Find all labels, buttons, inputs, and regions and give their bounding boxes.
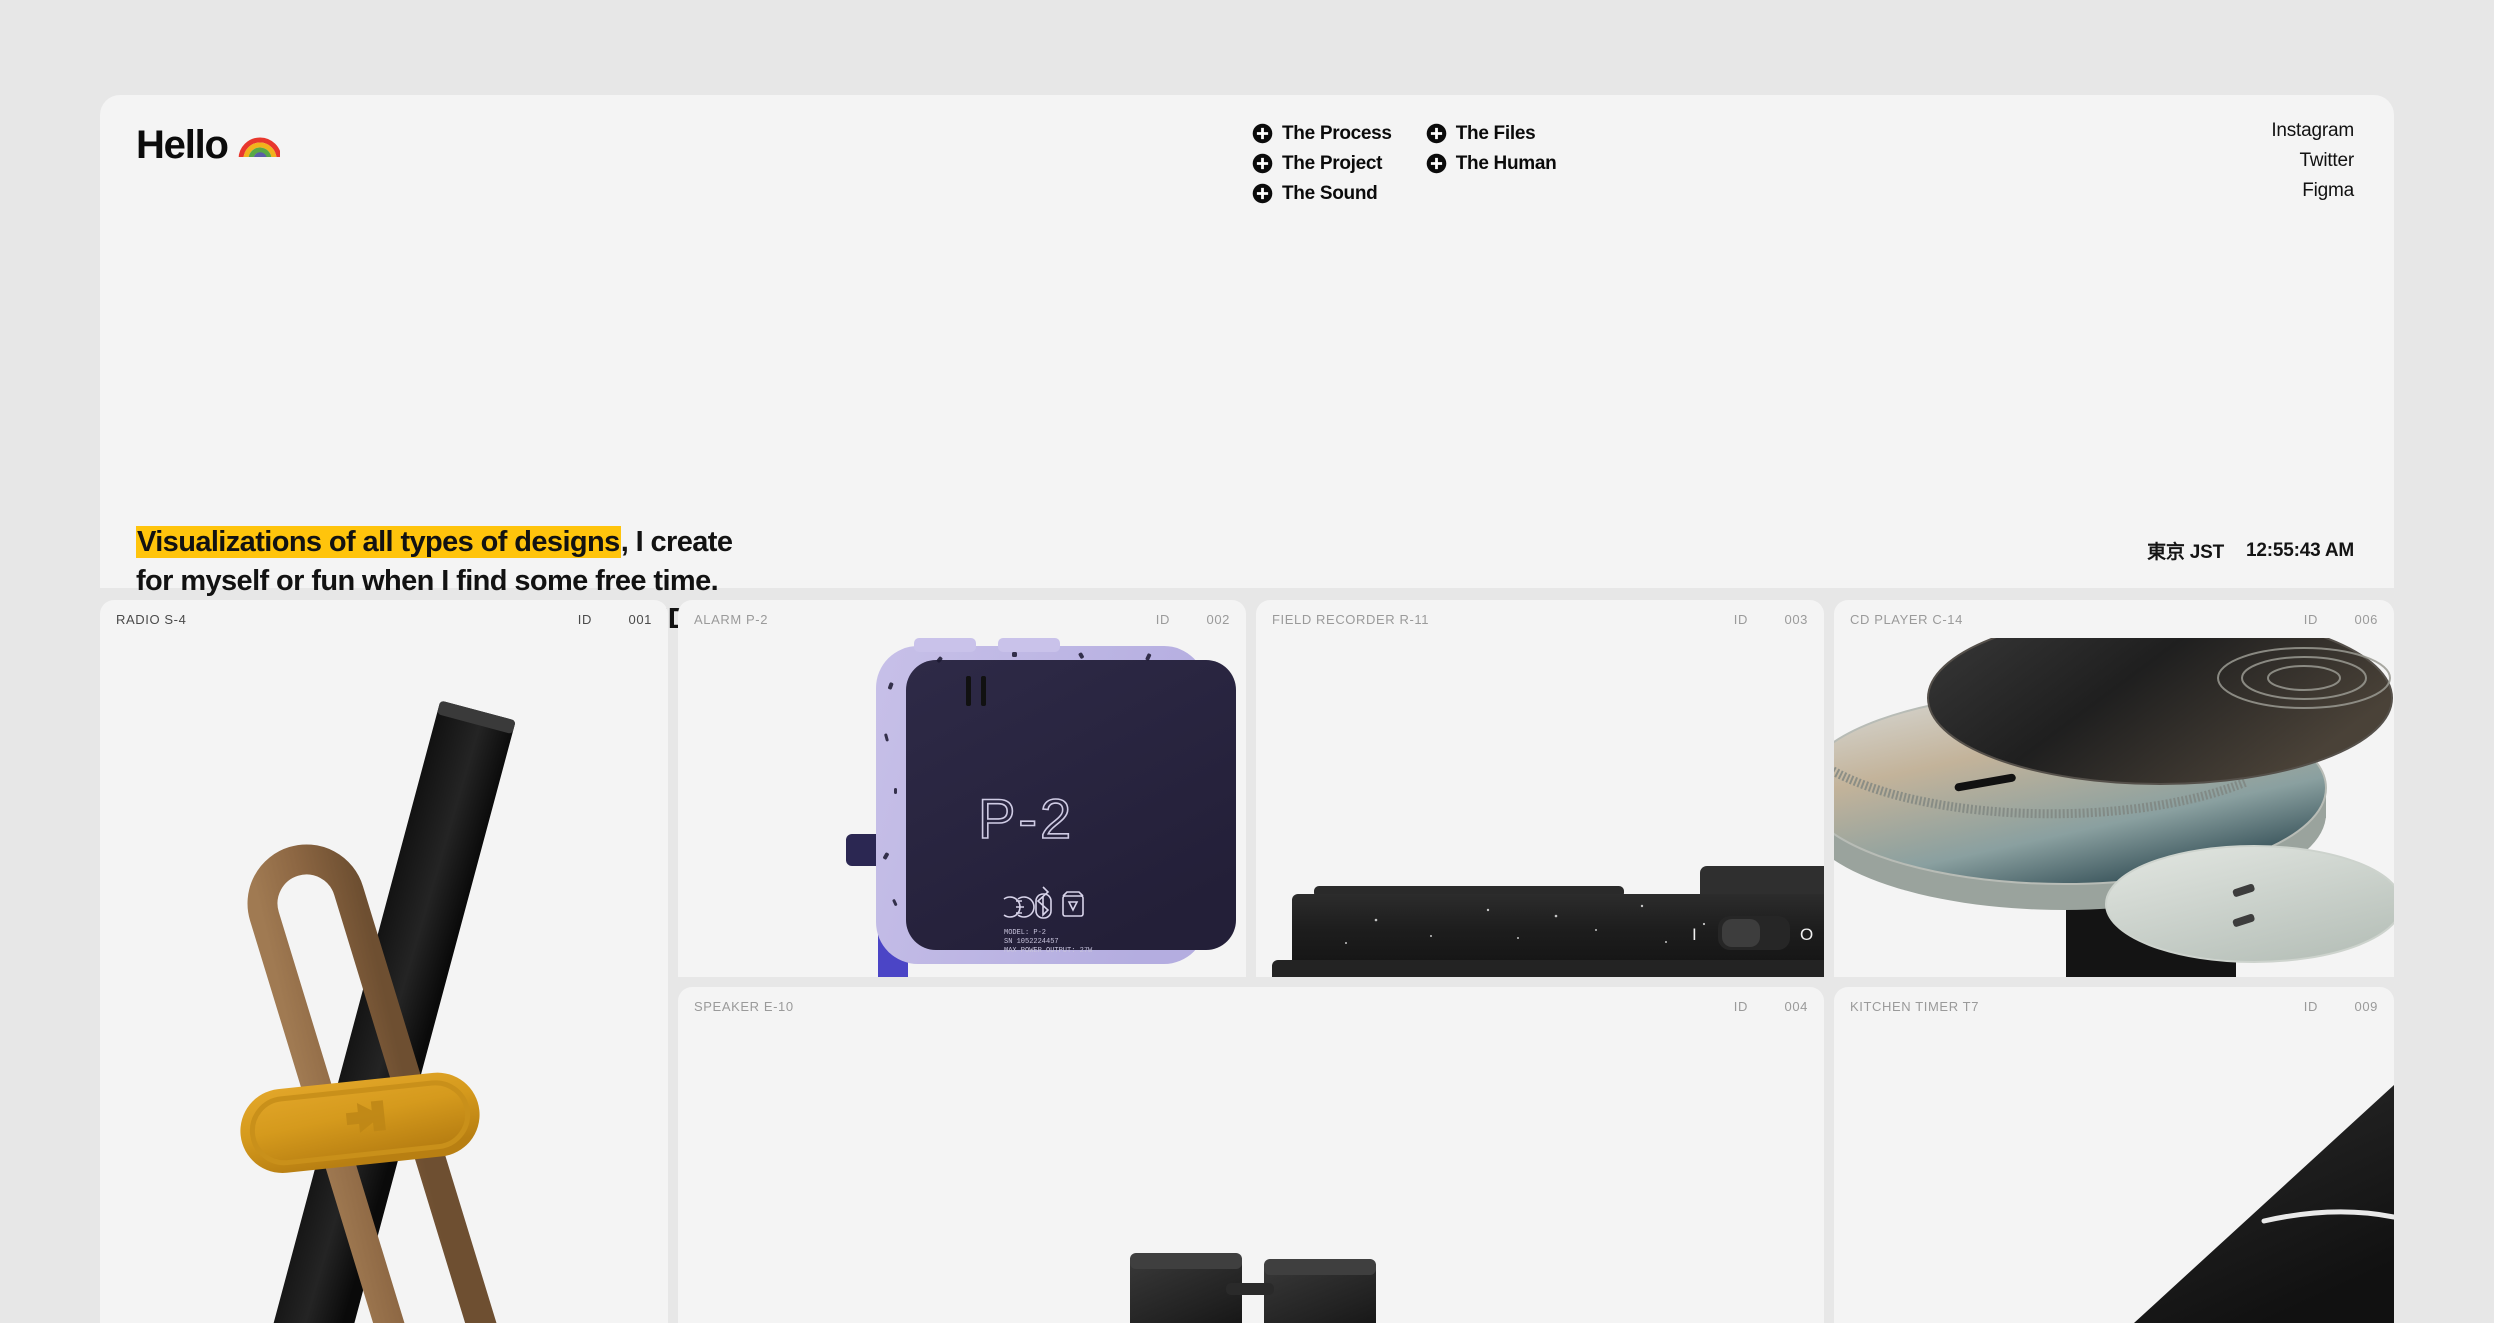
project-card-cd-player-c-14[interactable]: CD PLAYER C-14 ID 006 [1834,600,2394,977]
plus-circle-icon [1426,123,1447,144]
nav-item-the-human[interactable]: The Human [1426,153,1557,174]
hero-panel: Hello The Process The Project The Sound … [100,95,2394,674]
card-id-label: ID [2303,611,2318,627]
nav-item-the-project[interactable]: The Project [1252,153,1392,174]
social-link-instagram[interactable]: Instagram [2271,121,2354,141]
card-id-label: ID [1155,611,1170,627]
switch-on-label: I [1692,925,1697,944]
card-header: ALARM P-2 ID 002 [678,600,1246,638]
rainbow-icon [237,137,280,160]
site-logo[interactable]: Hello [136,125,280,165]
nav-item-the-process[interactable]: The Process [1252,123,1392,144]
nav-item-the-files[interactable]: The Files [1426,123,1557,144]
card-artwork-cd-player [1834,638,2394,977]
card-id-label: ID [2303,998,2318,1014]
card-artwork-recorder: I O [1256,638,1824,977]
clock-zone: 東京 JST [2147,542,2225,563]
p2-spec-2: SN 1052224457 [1004,938,1059,946]
card-id-value: 009 [2354,998,2378,1014]
social-link-figma[interactable]: Figma [2302,180,2354,201]
plus-circle-icon [1252,153,1273,174]
nav-label: The Human [1455,153,1557,174]
card-header: FIELD RECORDER R-11 ID 003 [1256,600,1824,638]
card-artwork-alarm: P-2 MODEL: P-2 SN 1052224457 MAX POWER O… [678,638,1246,977]
switch-off-label: O [1800,925,1813,944]
card-title: FIELD RECORDER R-11 [1272,611,1430,627]
card-artwork-radio [100,638,668,1323]
nav-label: The Sound [1282,183,1378,204]
nav-item-the-sound[interactable]: The Sound [1252,183,1392,204]
social-link-twitter[interactable]: Twitter [2299,150,2354,171]
nav-label: The Files [1455,123,1536,144]
card-id-label: ID [577,611,592,627]
main-nav: The Process The Project The Sound The Fi… [1252,123,1557,204]
card-header: CD PLAYER C-14 ID 006 [1834,600,2394,638]
clock: 東京 JST 12:55:43 AM [2147,537,2354,564]
project-card-speaker-e-10[interactable]: SPEAKER E-10 ID 004 [678,987,1824,1323]
intro-highlight: Visualizations of all types of designs [136,526,621,558]
project-grid: RADIO S-4 ID 001 ALARM P-2 ID 002 P-2 MO… [100,600,2394,1323]
card-id-value: 004 [1784,998,1808,1014]
card-header: SPEAKER E-10 ID 004 [678,987,1824,1025]
card-header: RADIO S-4 ID 001 [100,600,668,638]
card-title: CD PLAYER C-14 [1850,611,1963,627]
project-card-kitchen-timer-t7[interactable]: KITCHEN TIMER T7 ID 009 [1834,987,2394,1323]
clock-time: 12:55:43 AM [2246,539,2354,561]
card-artwork-speaker [678,1025,1824,1323]
card-id-label: ID [1733,611,1748,627]
page-title: Hello [136,123,229,167]
p2-spec-3: MAX POWER OUTPUT: 27W [1004,947,1093,955]
card-id-label: ID [1733,998,1748,1014]
plus-circle-icon [1252,183,1273,204]
card-id-value: 003 [1784,611,1808,627]
card-header: KITCHEN TIMER T7 ID 009 [1834,987,2394,1025]
nav-label: The Project [1282,153,1383,174]
card-id-value: 006 [2354,611,2378,627]
plus-circle-icon [1426,153,1447,174]
card-artwork-timer [1834,1025,2394,1323]
svg-text:P-2: P-2 [978,787,1074,850]
card-title: ALARM P-2 [694,611,769,627]
p2-spec-1: MODEL: P-2 [1004,929,1046,937]
card-id-value: 002 [1206,611,1230,627]
project-card-field-recorder-r-11[interactable]: FIELD RECORDER R-11 ID 003 I O [1256,600,1824,977]
portfolio-page: Hello The Process The Project The Sound … [0,0,2494,1323]
card-id-value: 001 [628,611,652,627]
card-title: KITCHEN TIMER T7 [1850,998,1980,1014]
social-links: Instagram Twitter Figma [2271,121,2354,201]
plus-circle-icon [1252,123,1273,144]
card-title: RADIO S-4 [116,611,187,627]
nav-column-two: The Files The Human [1426,123,1557,204]
card-title: SPEAKER E-10 [694,998,794,1014]
project-card-alarm-p-2[interactable]: ALARM P-2 ID 002 P-2 MODEL: P-2 SN 10522… [678,600,1246,977]
nav-column-one: The Process The Project The Sound [1252,123,1392,204]
project-card-radio-s-4[interactable]: RADIO S-4 ID 001 [100,600,668,1323]
nav-label: The Process [1282,123,1392,144]
